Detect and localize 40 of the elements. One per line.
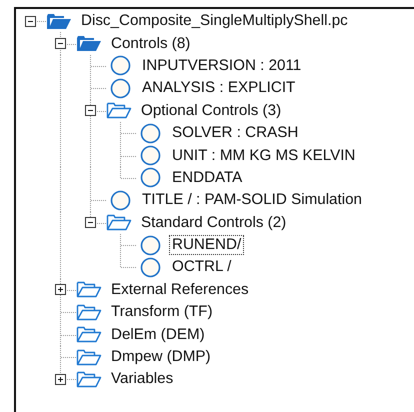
circle-icon	[110, 55, 131, 76]
expander-button[interactable]	[85, 217, 96, 228]
folder-icon	[76, 370, 102, 388]
tree-item[interactable]: ENDDATA	[169, 168, 246, 188]
tree-item[interactable]: Dmpew (DMP)	[108, 347, 214, 368]
folder-icon	[46, 12, 72, 30]
tree-item[interactable]: Disc_Composite_SingleMultiplyShell.pc	[78, 11, 351, 32]
tree-item[interactable]: Standard Controls (2)	[138, 212, 290, 233]
folder-icon	[76, 326, 102, 344]
tree-item[interactable]: Optional Controls (3)	[138, 100, 284, 121]
tree-item[interactable]: Transform (TF)	[108, 302, 216, 322]
folder-icon	[76, 281, 102, 298]
tree-item[interactable]: External References	[108, 280, 252, 300]
circle-icon	[110, 190, 131, 211]
tree-item[interactable]: INPUTVERSION : 2011	[139, 56, 304, 76]
tree-item[interactable]: Variables	[108, 369, 176, 390]
expander-button[interactable]	[55, 38, 66, 50]
tree-item[interactable]: Controls (8)	[108, 34, 194, 54]
circle-icon	[140, 145, 161, 166]
tree-item[interactable]: RUNEND/	[169, 235, 244, 256]
folder-icon	[76, 348, 102, 366]
circle-icon	[140, 256, 161, 278]
folder-icon	[76, 35, 102, 52]
tree-item[interactable]: SOLVER : CRASH	[169, 123, 302, 144]
tree-item[interactable]: OCTRL /	[169, 257, 234, 278]
expander-button[interactable]	[85, 105, 96, 116]
expander-button[interactable]	[55, 284, 66, 296]
tree-item[interactable]: UNIT : MM KG MS KELVIN	[169, 146, 358, 166]
tree-item[interactable]: DelEm (DEM)	[108, 324, 208, 345]
expander-button[interactable]	[55, 374, 66, 385]
folder-icon	[106, 214, 132, 232]
folder-icon	[106, 102, 132, 120]
folder-icon	[76, 304, 102, 321]
tree-item[interactable]: TITLE / : PAM-SOLID Simulation	[139, 190, 365, 210]
circle-icon	[140, 167, 161, 188]
circle-icon	[110, 78, 131, 99]
circle-icon	[140, 122, 161, 144]
tree-item[interactable]: ANALYSIS : EXPLICIT	[139, 78, 298, 98]
expander-button[interactable]	[25, 16, 36, 27]
circle-icon	[140, 234, 161, 256]
